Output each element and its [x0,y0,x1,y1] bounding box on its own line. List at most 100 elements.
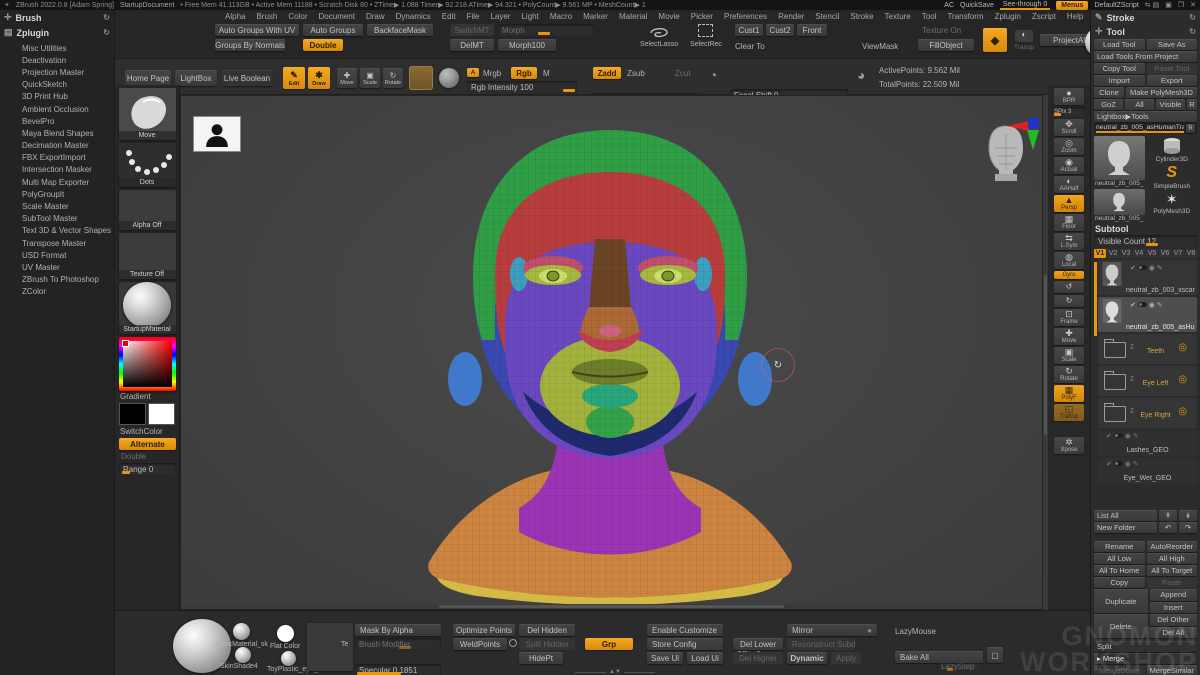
current-color-chip[interactable] [121,340,129,347]
stroke-type-thumb[interactable]: Dots [118,143,176,187]
current-brush-thumb[interactable]: Move [118,88,176,140]
specular-slider[interactable]: Specular 0.1851 [355,664,441,675]
model-head[interactable] [423,124,813,611]
material-thumb-basicmaterial[interactable] [233,623,250,640]
split-button[interactable]: Split [1094,641,1197,652]
bake-all-button[interactable]: Bake All [895,651,983,663]
sidebar-item[interactable]: PolyGroupIt [0,188,114,200]
menu-item[interactable]: Help [1067,12,1083,21]
sidebar-item[interactable]: Intersection Masker [0,164,114,176]
mergesimilar-button[interactable]: MergeSimilar [1146,665,1197,675]
menu-item[interactable]: Light [521,12,538,21]
lazymouse-button[interactable]: LazyMouse [895,627,936,636]
all-low-button[interactable]: All Low [1094,553,1145,564]
menu-item[interactable]: Draw [366,12,385,21]
redo-arrow-icon[interactable]: ↷ [1179,522,1197,533]
sidebar-item[interactable]: Deactivation [0,54,114,66]
sidebar-item[interactable]: Transpose Master [0,237,114,249]
active-tool-name[interactable]: neutral_zb_005_asHumanTra [1096,124,1184,133]
store-config-button[interactable]: Store Config [647,638,723,650]
subtool-row[interactable]: ✔ ◉ ✎ Eye_Wet_GEO [1098,458,1197,484]
subtool-row[interactable]: ✔ ◉ ✎ neutral_zb_003_xscanStorePG [1098,260,1197,295]
folder-icon[interactable] [1104,339,1126,358]
persp-button[interactable]: ▲ Persp [1054,195,1084,212]
redo-button[interactable]: ↻ [1054,295,1084,307]
menu-item[interactable]: Zplugin [995,12,1021,21]
camera-view-indicator[interactable] [983,124,1029,182]
subtool-row-icons[interactable]: ✔ ◉ ✎ [1130,301,1163,309]
load-ui-button[interactable]: Load Ui [687,652,723,664]
document-name[interactable]: StartupDocument [120,2,174,9]
delmt-button[interactable]: DelMT [450,39,494,51]
move3d-button[interactable]: ✚ Move [1054,328,1084,345]
menu-item[interactable]: Render [778,12,804,21]
menus-button[interactable]: Menus [1056,0,1089,10]
goz-button[interactable]: GoZ [1094,99,1123,110]
tab-v5[interactable]: V5 [1146,249,1158,258]
clone-button[interactable]: Clone [1094,87,1124,98]
material-thumb[interactable]: StartupMaterial [118,282,176,334]
tool-panel-header[interactable]: ✛ Tool ↻ [1094,25,1197,38]
floor-button[interactable]: ▦ Floor [1054,214,1084,231]
subtool-folder-row[interactable]: 2 ◎ Eye Right [1098,398,1197,428]
xpose-button[interactable]: ✲ Xpose [1054,437,1084,454]
alternate-button[interactable]: Alternate [119,438,176,450]
sidebar-item[interactable]: UV Master [0,261,114,273]
lightbox-button[interactable]: LightBox [175,70,217,86]
sidebar-item[interactable]: ZColor [0,286,114,298]
move-up-icon[interactable]: ↟ [1159,510,1177,521]
sidebar-item[interactable]: FBX ExportImport [0,152,114,164]
tool-rename-button[interactable]: R [1186,124,1195,133]
fillobject-button[interactable]: FillObject [918,39,974,51]
sidebar-item[interactable]: Text 3D & Vector Shapes [0,225,114,237]
spix-slider[interactable]: SPix 3 [1052,107,1086,117]
grp-button[interactable]: Grp [585,638,633,650]
dynamic-button[interactable]: Dynamic [787,652,827,664]
polyf-button[interactable]: ▦ PolyF [1054,385,1084,402]
material-thumb-toyplastic[interactable] [281,651,296,666]
selectlasso-icon[interactable] [648,24,670,42]
goz-visible-button[interactable]: Visible [1156,99,1185,110]
frame-button[interactable]: ⊡ Frame [1054,309,1084,326]
sidebar-item[interactable]: Maya Blend Shapes [0,127,114,139]
menu-item[interactable]: Color [288,12,307,21]
menu-item[interactable]: Stencil [815,12,839,21]
transp-button[interactable]: ◱ Transp [1054,404,1084,421]
user-icon[interactable]: ▣ [1165,1,1172,9]
refresh-icon[interactable]: ↻ [1189,27,1196,36]
refresh-icon[interactable]: ↻ [103,28,110,37]
stroke-panel-header[interactable]: ✎ Stroke ↻ [1094,10,1197,25]
folder-icon[interactable] [1104,371,1126,390]
subtool-panel-header[interactable]: Subtool [1094,222,1197,234]
sidebar-item[interactable]: BevelPro [0,115,114,127]
duplicate-button[interactable]: Duplicate [1094,589,1148,613]
brush-s-icon[interactable]: ◔ [709,67,717,83]
material-thumb-flatcolor[interactable] [277,625,294,642]
rotate3d-button[interactable]: ↻ Rotate [1054,366,1084,383]
folder-icon[interactable] [1104,403,1126,422]
close-icon[interactable]: ✕ [1190,1,1196,9]
viewport-canvas[interactable]: ↻ [180,95,1043,610]
refresh-icon[interactable]: ↻ [1189,13,1196,22]
bake-icon[interactable]: ▢ [987,647,1003,663]
menu-item[interactable]: Material [619,12,647,21]
ac-button[interactable]: AC [944,2,954,9]
mask-by-alpha-button[interactable]: Mask By Alpha [355,624,441,636]
auto-groups-with-uv-button[interactable]: Auto Groups With UV [215,24,299,36]
brush-panel-header[interactable]: ✛ Brush ↻ [0,10,114,25]
sidebar-item[interactable]: QuickSketch [0,79,114,91]
autoreorder-button[interactable]: AutoReorder [1146,541,1197,552]
all-high-button[interactable]: All High [1146,553,1197,564]
selectrect-icon[interactable] [698,24,713,37]
morph-slider[interactable]: Morph [498,24,594,36]
sidebar-item[interactable]: 3D Print Hub [0,91,114,103]
secondary-color-swatch[interactable] [148,403,175,425]
seethrough-slider[interactable]: See-through 0 [999,1,1051,10]
home-page-button[interactable]: Home Page [125,70,171,86]
scale3d-button[interactable]: ▣ Scale [1054,347,1084,364]
tool-thumb-head-large[interactable] [1094,136,1145,180]
zoom-button[interactable]: ◎ Zoom [1054,138,1084,155]
clear-to-button[interactable]: Clear To [735,42,765,51]
main-color-swatch[interactable] [119,403,146,425]
sidebar-item[interactable]: Scale Master [0,200,114,212]
